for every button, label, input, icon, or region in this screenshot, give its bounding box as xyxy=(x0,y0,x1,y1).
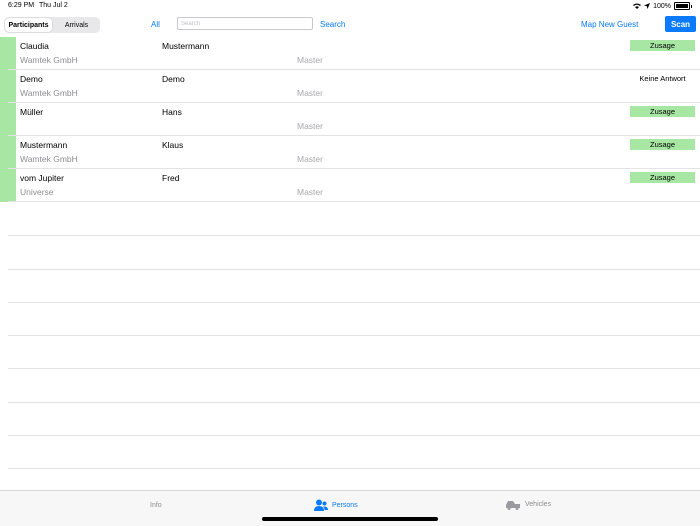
list-item[interactable]: Müller Hans Master Zusage xyxy=(0,103,700,136)
participant-list: Claudia Mustermann Wamtek GmbH Master Zu… xyxy=(0,37,700,202)
tab-info-label: Info xyxy=(150,502,162,509)
first-name: Hans xyxy=(162,107,182,117)
row-status-bar xyxy=(0,37,16,70)
search-input[interactable] xyxy=(177,17,313,30)
status-time: 6:29 PM xyxy=(8,2,35,9)
segment-participants[interactable]: Participants xyxy=(5,18,52,32)
battery-icon xyxy=(674,2,690,10)
list-item[interactable]: Mustermann Klaus Wamtek GmbH Master Zusa… xyxy=(0,136,700,169)
tab-persons-label: Persons xyxy=(332,501,358,509)
status-badge: Zusage xyxy=(630,139,695,150)
last-name: vom Jupiter xyxy=(20,173,64,183)
empty-row xyxy=(0,203,700,237)
last-name: Demo xyxy=(20,74,43,84)
status-indicators: 100% xyxy=(633,2,692,10)
toolbar: Participants Arrivals All Search Map New… xyxy=(0,12,700,36)
company: Wamtek GmbH xyxy=(20,154,78,164)
first-name: Mustermann xyxy=(162,41,210,51)
status-badge: Zusage xyxy=(630,172,695,183)
map-new-guest-button[interactable]: Map New Guest xyxy=(581,20,638,29)
list-item[interactable]: Demo Demo Wamtek GmbH Master Keine Antwo… xyxy=(0,70,700,103)
home-indicator xyxy=(262,517,438,521)
row-status-bar xyxy=(0,103,16,136)
first-name: Fred xyxy=(162,173,180,183)
empty-rows xyxy=(0,203,700,470)
company: Universe xyxy=(20,187,54,197)
tab-persons[interactable]: Persons xyxy=(314,499,358,511)
scan-button[interactable]: Scan xyxy=(665,16,696,32)
last-name: Müller xyxy=(20,107,44,117)
row-status-bar xyxy=(0,136,16,169)
first-name: Klaus xyxy=(162,140,184,150)
list-item[interactable]: Claudia Mustermann Wamtek GmbH Master Zu… xyxy=(0,37,700,70)
empty-row xyxy=(0,303,700,337)
row-status-bar xyxy=(0,70,16,103)
empty-row xyxy=(0,436,700,470)
battery-percent: 100% xyxy=(653,2,671,10)
first-name: Demo xyxy=(162,74,185,84)
status-date: Thu Jul 2 xyxy=(39,2,68,9)
status-badge: Zusage xyxy=(630,40,695,51)
empty-row xyxy=(0,336,700,370)
row-status-bar xyxy=(0,169,16,202)
company: Wamtek GmbH xyxy=(20,55,78,65)
location-icon xyxy=(644,3,651,9)
view-segmented-control: Participants Arrivals xyxy=(4,17,100,33)
empty-row xyxy=(0,236,700,270)
empty-row xyxy=(0,369,700,404)
empty-row xyxy=(0,403,700,437)
role: Master xyxy=(297,154,323,164)
status-bar: 6:29 PM Thu Jul 2 100% xyxy=(0,0,700,12)
role: Master xyxy=(297,88,323,98)
last-name: Claudia xyxy=(20,41,49,51)
role: Master xyxy=(297,121,323,131)
persons-icon xyxy=(314,499,328,511)
company: Wamtek GmbH xyxy=(20,88,78,98)
segment-arrivals[interactable]: Arrivals xyxy=(53,17,100,33)
role: Master xyxy=(297,187,323,197)
status-badge: Keine Antwort xyxy=(639,74,686,83)
wifi-icon xyxy=(633,3,642,9)
all-filter-button[interactable]: All xyxy=(151,20,160,29)
role: Master xyxy=(297,55,323,65)
search-button[interactable]: Search xyxy=(320,20,345,29)
tab-info[interactable]: Info xyxy=(150,502,162,509)
list-item[interactable]: vom Jupiter Fred Universe Master Zusage xyxy=(0,169,700,202)
vehicles-icon xyxy=(506,501,520,510)
last-name: Mustermann xyxy=(20,140,68,150)
status-badge: Zusage xyxy=(630,106,695,117)
empty-row xyxy=(0,270,700,304)
tab-vehicles[interactable]: Vehicles xyxy=(505,499,551,510)
tab-vehicles-label: Vehicles xyxy=(525,501,552,508)
